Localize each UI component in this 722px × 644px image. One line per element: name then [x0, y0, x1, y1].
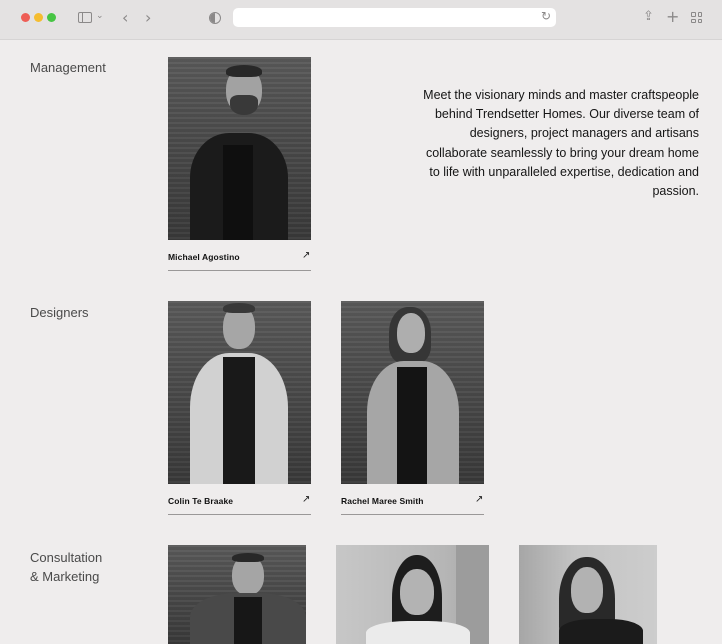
team-intro-text: Meet the visionary minds and master craf… [423, 88, 699, 199]
team-photo [168, 301, 311, 484]
section-label-designers: Designers [30, 305, 89, 320]
section-label-consultation: Consultation & Marketing [30, 548, 102, 586]
minimize-window-button[interactable] [34, 13, 43, 22]
share-icon[interactable]: ⇪ [643, 9, 654, 24]
arrow-up-right-icon[interactable]: ↗ [302, 250, 310, 261]
team-member-name[interactable]: Michael Agostino [168, 252, 240, 262]
sidebar-icon[interactable] [78, 12, 92, 23]
team-member-name[interactable]: Rachel Maree Smith [341, 496, 424, 506]
team-card-consultant-1[interactable] [168, 545, 306, 644]
new-tab-icon[interactable]: + [666, 7, 679, 26]
team-photo [341, 301, 484, 484]
chevron-down-icon[interactable]: ⌄ [96, 11, 104, 21]
team-card-colin[interactable]: Colin Te Braake ↗ [168, 301, 311, 516]
forward-icon[interactable]: › [145, 8, 151, 27]
card-divider [341, 514, 484, 515]
zoom-window-button[interactable] [47, 13, 56, 22]
team-card-rachel[interactable]: Rachel Maree Smith ↗ [341, 301, 484, 516]
arrow-up-right-icon[interactable]: ↗ [475, 494, 483, 505]
privacy-shield-icon[interactable] [209, 12, 221, 24]
tab-overview-icon[interactable] [691, 12, 702, 23]
browser-toolbar: ⌄ ‹ › ↻ ⇪ + [0, 0, 722, 40]
section-label-line: & Marketing [30, 569, 100, 584]
card-divider [168, 514, 311, 515]
section-label-management: Management [30, 60, 106, 75]
arrow-up-right-icon[interactable]: ↗ [302, 494, 310, 505]
reload-icon[interactable]: ↻ [541, 9, 551, 23]
team-card-consultant-3[interactable] [519, 545, 657, 644]
team-photo [168, 57, 311, 240]
section-label-line: Consultation [30, 550, 103, 565]
card-divider [168, 270, 311, 271]
back-icon[interactable]: ‹ [122, 8, 128, 27]
team-card-michael[interactable]: Michael Agostino ↗ [168, 57, 311, 272]
team-photo [168, 545, 306, 644]
team-member-name[interactable]: Colin Te Braake [168, 496, 233, 506]
close-window-button[interactable] [21, 13, 30, 22]
team-photo [519, 545, 657, 644]
team-photo [336, 545, 489, 644]
address-bar[interactable]: ↻ [233, 8, 556, 27]
team-card-consultant-2[interactable] [336, 545, 489, 644]
